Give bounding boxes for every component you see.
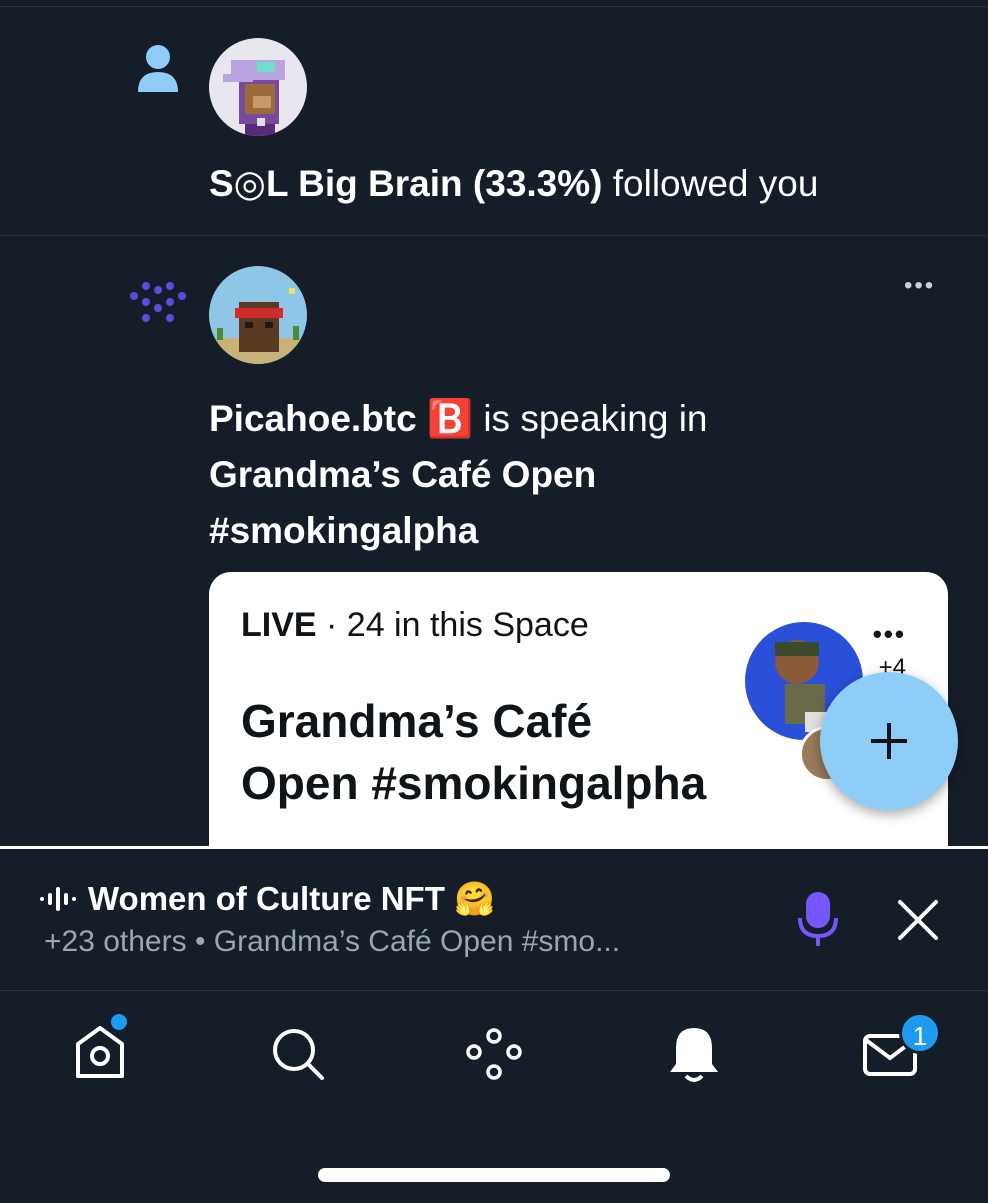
follower-name[interactable]: S◎L Big Brain (33.3%): [209, 163, 602, 204]
spaces-dots-icon: [130, 282, 186, 322]
spaces-icon[interactable]: [464, 1026, 524, 1082]
notification-text: Picahoe.btc 🅱️ is speaking in: [209, 391, 708, 447]
home-indicator: [318, 1168, 670, 1182]
dock-space-host[interactable]: Women of Culture NFT 🤗: [88, 878, 495, 920]
close-icon[interactable]: [896, 898, 940, 942]
person-icon: [138, 45, 178, 92]
home-unread-dot: [111, 1014, 127, 1030]
plus-icon: [871, 723, 907, 759]
top-divider: [0, 6, 988, 7]
notifications-bell-icon[interactable]: [666, 1024, 722, 1084]
messages-badge: 1: [899, 1012, 941, 1054]
dock-space-subtitle: +23 others • Grandma’s Café Open #smo...: [44, 925, 621, 958]
speaker-name[interactable]: Picahoe.btc: [209, 398, 417, 439]
audio-wave-icon: [40, 887, 76, 911]
space-card-title: Grandma’s Café Open #smokingalpha: [241, 695, 707, 809]
notification-text: S◎L Big Brain (33.3%) followed you: [209, 156, 818, 212]
search-icon[interactable]: [270, 1026, 326, 1082]
live-label: LIVE: [241, 606, 317, 644]
home-icon[interactable]: [72, 1022, 128, 1080]
avatar[interactable]: [209, 38, 307, 136]
notification-action: followed you: [602, 163, 819, 204]
space-status: LIVE · 24 in this Space: [241, 604, 589, 646]
listener-count: · 24 in this Space: [316, 606, 589, 644]
avatar[interactable]: [209, 266, 307, 364]
notification-action: is speaking in: [473, 398, 708, 439]
space-title-line-1: Grandma’s Café Open: [209, 454, 597, 495]
notification-divider: [0, 235, 988, 236]
card-more-icon: •••: [872, 619, 906, 649]
b-emoji: 🅱️: [426, 398, 474, 439]
tabbar-divider: [0, 990, 988, 991]
more-options-button[interactable]: •••: [904, 272, 935, 300]
microphone-icon[interactable]: [796, 890, 840, 950]
compose-button[interactable]: [820, 672, 958, 810]
space-title-line-2: #smokingalpha: [209, 510, 479, 551]
